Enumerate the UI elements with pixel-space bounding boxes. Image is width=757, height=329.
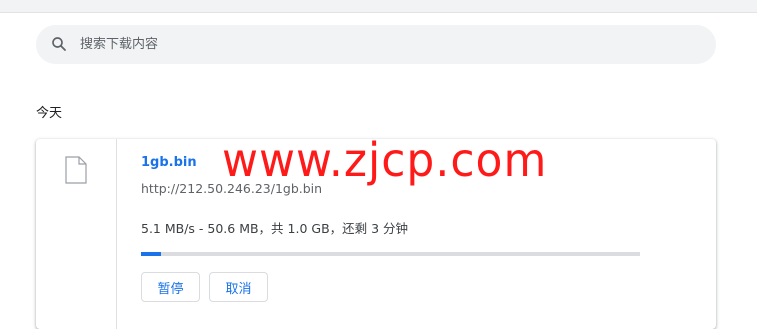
pause-button[interactable]: 暂停 (141, 272, 200, 302)
section-date-label: 今天 (36, 106, 63, 121)
progress-bar (141, 252, 640, 256)
file-icon (65, 156, 87, 184)
progress-bar-fill (141, 252, 161, 256)
search-box[interactable] (36, 25, 716, 64)
watermark: www.zjcp.com (222, 133, 548, 188)
download-icon-column (36, 139, 117, 329)
top-divider (0, 12, 757, 13)
download-status: 5.1 MB/s - 50.6 MB，共 1.0 GB，还剩 3 分钟 (141, 221, 409, 236)
search-icon (52, 37, 66, 51)
search-input[interactable] (80, 25, 680, 64)
top-strip (0, 0, 757, 12)
file-name-link[interactable]: 1gb.bin (141, 155, 197, 170)
cancel-button[interactable]: 取消 (209, 272, 268, 302)
